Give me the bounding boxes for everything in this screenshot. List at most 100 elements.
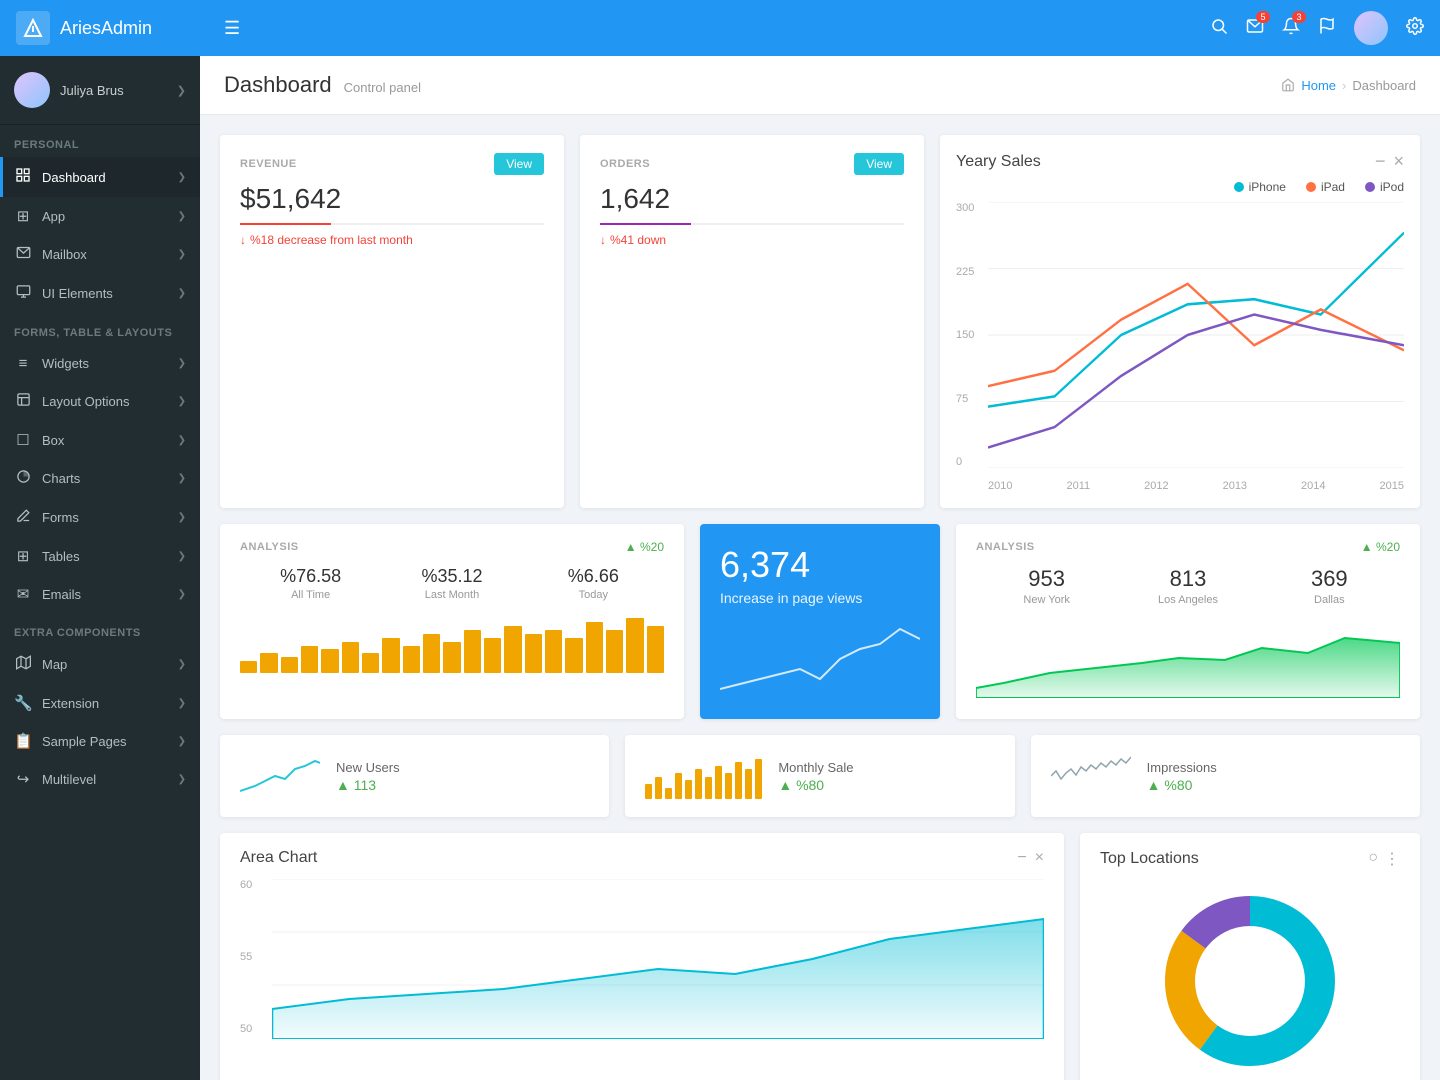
sidebar-item-layout-options[interactable]: Layout Options ❯	[0, 382, 200, 421]
x-label-2010: 2010	[988, 480, 1012, 492]
new-users-line	[240, 751, 320, 796]
breadcrumb-home[interactable]: Home	[1301, 78, 1336, 93]
monthly-sale-value: ▲ %80	[778, 777, 853, 793]
analysis2-label: ANALYSIS	[976, 541, 1035, 553]
home-breadcrumb-icon	[1281, 78, 1295, 92]
analysis-alltime-value: %76.58	[240, 566, 381, 587]
brand-logo	[16, 11, 50, 45]
topnav-icons: 5 3	[1210, 11, 1424, 45]
sidebar-item-map[interactable]: Map ❯	[0, 645, 200, 684]
bell-icon[interactable]: 3	[1282, 17, 1300, 40]
sidebar-label-ui-elements: UI Elements	[42, 286, 168, 301]
analysis-card: ANALYSIS ▲ %20 %76.58 All Time %35.12 La…	[220, 524, 684, 719]
user-avatar[interactable]	[1354, 11, 1388, 45]
orders-change-arrow: ↓	[600, 233, 606, 247]
y-50: 50	[240, 1023, 264, 1035]
brand: AriesAdmin	[16, 11, 216, 45]
hamburger-button[interactable]: ☰	[224, 18, 240, 39]
email-icon[interactable]: 5	[1246, 17, 1264, 40]
sidebar-item-extension[interactable]: 🔧 Extension ❯	[0, 684, 200, 722]
x-label-2015: 2015	[1380, 480, 1404, 492]
sidebar-item-forms[interactable]: Forms ❯	[0, 498, 200, 537]
la-city: Los Angeles	[1117, 594, 1258, 606]
yearly-sales-chart-area: 300 225 150 75 0	[956, 202, 1404, 492]
sidebar-item-sample-pages[interactable]: 📋 Sample Pages ❯	[0, 722, 200, 760]
area-chart-minimize[interactable]: −	[1017, 849, 1026, 867]
sidebar-label-mailbox: Mailbox	[42, 247, 168, 262]
row-4: Area Chart − × 60 55 50	[220, 833, 1420, 1080]
sidebar-item-tables[interactable]: ⊞ Tables ❯	[0, 537, 200, 575]
revenue-view-button[interactable]: View	[494, 153, 544, 175]
orders-divider	[600, 223, 904, 225]
monthly-sale-info: Monthly Sale ▲ %80	[778, 760, 853, 793]
sidebar-item-ui-elements[interactable]: UI Elements ❯	[0, 274, 200, 313]
sidebar-item-emails[interactable]: ✉ Emails ❯	[0, 575, 200, 613]
y-label-0: 0	[956, 456, 984, 468]
area-chart-title: Area Chart	[240, 849, 317, 867]
x-label-2011: 2011	[1066, 480, 1090, 492]
analysis2-area-chart	[976, 618, 1400, 698]
sidebar-item-dashboard[interactable]: Dashboard ❯	[0, 157, 200, 197]
la-value: 813	[1117, 566, 1258, 592]
x-axis-labels: 2010 2011 2012 2013 2014 2015	[988, 480, 1404, 492]
ipad-dot	[1306, 182, 1316, 192]
y-label-225: 225	[956, 266, 984, 278]
sidebar-label-dashboard: Dashboard	[42, 170, 168, 185]
top-locations-circle[interactable]: ○	[1368, 849, 1378, 869]
analysis2-card: ANALYSIS ▲ %20 953 New York 813 Los Ange…	[956, 524, 1420, 719]
area-chart-close[interactable]: ×	[1035, 849, 1044, 867]
page-subtitle: Control panel	[344, 80, 421, 95]
revenue-label: REVENUE	[240, 158, 297, 170]
content-area: REVENUE View $51,642 ↓ %18 decrease from…	[200, 115, 1440, 1080]
sidebar-item-multilevel[interactable]: ↪ Multilevel ❯	[0, 760, 200, 798]
analysis2-stats: 953 New York 813 Los Angeles 369 Dallas	[976, 566, 1400, 606]
yearly-sales-minimize[interactable]: −	[1375, 151, 1386, 172]
page-header: Dashboard Control panel Home › Dashboard	[200, 56, 1440, 115]
revenue-value: $51,642	[240, 183, 544, 215]
revenue-card: REVENUE View $51,642 ↓ %18 decrease from…	[220, 135, 564, 508]
sidebar-user-name: Juliya Brus	[60, 83, 167, 98]
impressions-line	[1051, 751, 1131, 796]
sidebar-item-box[interactable]: ☐ Box ❯	[0, 421, 200, 459]
dallas-value: 369	[1259, 566, 1400, 592]
ipod-label: iPod	[1380, 180, 1404, 194]
sidebar-user[interactable]: Juliya Brus ❯	[0, 56, 200, 125]
forms-icon	[14, 508, 32, 527]
pageviews-card: 6,374 Increase in page views	[700, 524, 940, 719]
sidebar-item-widgets[interactable]: ≡ Widgets ❯	[0, 345, 200, 382]
breadcrumb-current: Dashboard	[1352, 78, 1416, 93]
search-icon[interactable]	[1210, 17, 1228, 40]
topnav: AriesAdmin ☰ 5 3	[0, 0, 1440, 56]
sidebar-label-emails: Emails	[42, 587, 168, 602]
mailbox-icon	[14, 245, 32, 264]
newyork-value: 953	[976, 566, 1117, 592]
area-chart-y-labels: 60 55 50	[240, 879, 264, 1039]
analysis-label: ANALYSIS	[240, 541, 299, 553]
settings-icon[interactable]	[1406, 17, 1424, 40]
extension-icon: 🔧	[14, 694, 32, 712]
sidebar-item-app[interactable]: ⊞ App ❯	[0, 197, 200, 235]
x-label-2013: 2013	[1223, 480, 1247, 492]
yearly-sales-legend: iPhone iPad iPod	[956, 180, 1404, 194]
sidebar-user-avatar	[14, 72, 50, 108]
sidebar-item-mailbox[interactable]: Mailbox ❯	[0, 235, 200, 274]
orders-card: ORDERS View 1,642 ↓ %41 down	[580, 135, 924, 508]
sidebar-item-charts[interactable]: Charts ❯	[0, 459, 200, 498]
area-chart-svg	[272, 879, 1044, 1039]
analysis-stats: %76.58 All Time %35.12 Last Month %6.66 …	[240, 566, 664, 601]
top-locations-dots[interactable]: ⋮	[1384, 849, 1400, 869]
revenue-divider	[240, 223, 544, 225]
impressions-label: Impressions	[1147, 760, 1217, 775]
orders-view-button[interactable]: View	[854, 153, 904, 175]
analysis2-la: 813 Los Angeles	[1117, 566, 1258, 606]
orders-value: 1,642	[600, 183, 904, 215]
yearly-sales-close[interactable]: ×	[1393, 151, 1404, 172]
flag-icon[interactable]	[1318, 17, 1336, 40]
sidebar-label-forms: Forms	[42, 510, 168, 525]
sidebar-section-extra: EXTRA COMPONENTS	[0, 613, 200, 645]
page-title: Dashboard	[224, 72, 332, 98]
area-chart-container: 60 55 50	[240, 879, 1044, 1039]
sidebar-label-app: App	[42, 209, 168, 224]
impressions-value: ▲ %80	[1147, 777, 1217, 793]
analysis-stat-lastmonth: %35.12 Last Month	[381, 566, 522, 601]
